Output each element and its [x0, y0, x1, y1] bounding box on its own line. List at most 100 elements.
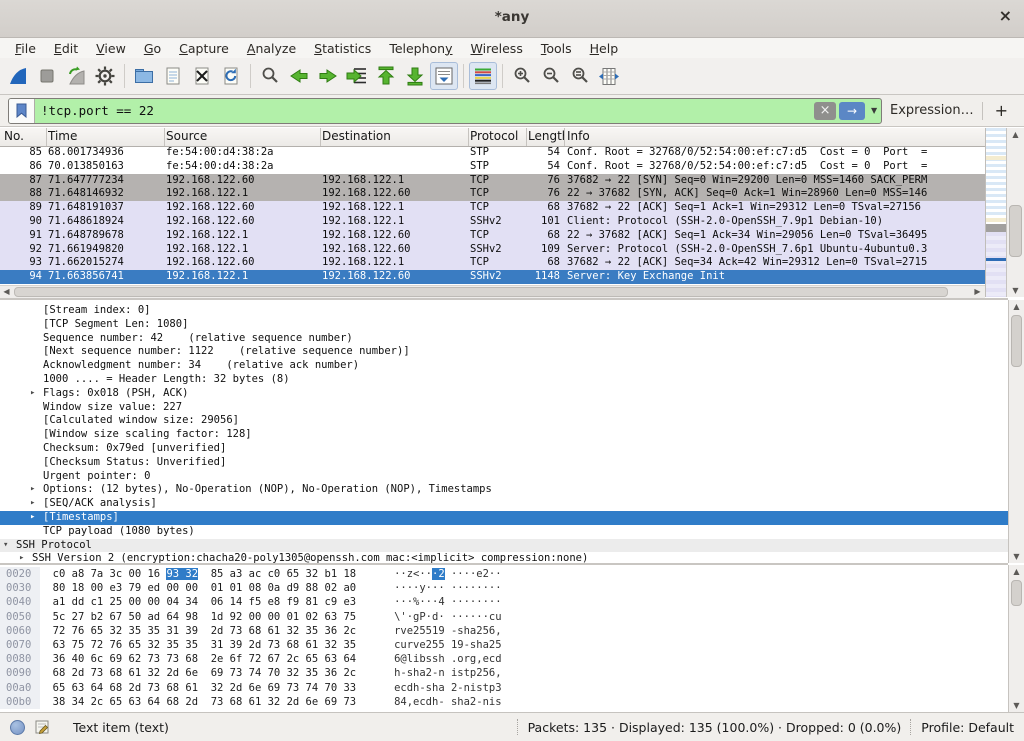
scroll-right-arrow[interactable]: ▶: [971, 286, 984, 298]
find-packet-icon[interactable]: [256, 62, 284, 90]
detail-line[interactable]: [Stream index: 0]: [0, 304, 1008, 318]
expand-arrow-icon[interactable]: ▸: [30, 511, 35, 525]
hex-vscrollbar[interactable]: ▲ ▼: [1008, 565, 1024, 712]
menu-analyze[interactable]: Analyze: [238, 39, 305, 58]
column-no[interactable]: No.: [4, 129, 24, 143]
detail-line[interactable]: ▸[SEQ/ACK analysis]: [0, 497, 1008, 511]
restart-capture-icon[interactable]: [62, 62, 90, 90]
packet-row-85[interactable]: 8568.001734936fe:54:00:d4:38:2aSTP54Conf…: [0, 146, 985, 160]
hex-row-0030[interactable]: 0030 80 18 00 e3 79 ed 00 00 01 01 08 0a…: [0, 581, 1008, 595]
expert-info-icon[interactable]: [10, 720, 25, 735]
go-to-packet-icon[interactable]: [343, 62, 371, 90]
column-protocol[interactable]: Protocol: [470, 129, 518, 143]
menu-wireless[interactable]: Wireless: [462, 39, 532, 58]
column-info[interactable]: Info: [567, 129, 590, 143]
expand-arrow-icon[interactable]: ▸: [30, 387, 35, 401]
expression-button[interactable]: Expression…: [890, 103, 974, 118]
stop-capture-icon[interactable]: [33, 62, 61, 90]
scroll-down-arrow[interactable]: ▼: [1009, 699, 1024, 712]
zoom-out-icon[interactable]: [537, 62, 565, 90]
go-forward-icon[interactable]: [314, 62, 342, 90]
packet-list-vscrollbar[interactable]: ▲ ▼: [1006, 128, 1024, 297]
zoom-in-icon[interactable]: [508, 62, 536, 90]
zoom-original-icon[interactable]: [566, 62, 594, 90]
hex-row-00b0[interactable]: 00b0 38 34 2c 65 63 64 68 2d 73 68 61 32…: [0, 695, 1008, 709]
hex-row-00a0[interactable]: 00a0 65 63 64 68 2d 73 68 61 32 2d 6e 69…: [0, 681, 1008, 695]
start-capture-icon[interactable]: [4, 62, 32, 90]
packet-row-88[interactable]: 8871.648146932192.168.122.1192.168.122.6…: [0, 187, 985, 201]
menu-telephony[interactable]: Telephony: [380, 39, 461, 58]
resize-columns-icon[interactable]: [595, 62, 623, 90]
profile-status[interactable]: Profile: Default: [921, 720, 1014, 735]
auto-scroll-icon[interactable]: [430, 62, 458, 90]
open-file-icon[interactable]: [130, 62, 158, 90]
close-file-icon[interactable]: [188, 62, 216, 90]
colorize-icon[interactable]: [469, 62, 497, 90]
packet-row-87[interactable]: 8771.647777234192.168.122.60192.168.122.…: [0, 174, 985, 188]
detail-line[interactable]: [Window size scaling factor: 128]: [0, 428, 1008, 442]
menu-tools[interactable]: Tools: [532, 39, 581, 58]
detail-line[interactable]: ▸SSH Version 2 (encryption:chacha20-poly…: [0, 552, 1008, 563]
packet-row-91[interactable]: 9171.648789678192.168.122.1192.168.122.6…: [0, 229, 985, 243]
packet-row-86[interactable]: 8670.013850163fe:54:00:d4:38:2aSTP54Conf…: [0, 160, 985, 174]
detail-line[interactable]: ▸Flags: 0x018 (PSH, ACK): [0, 387, 1008, 401]
detail-line[interactable]: [Checksum Status: Unverified]: [0, 456, 1008, 470]
title-bar[interactable]: *any ×: [0, 0, 1024, 38]
menu-view[interactable]: View: [87, 39, 135, 58]
detail-line[interactable]: [Calculated window size: 29056]: [0, 414, 1008, 428]
vscroll-thumb[interactable]: [1009, 205, 1022, 257]
menu-help[interactable]: Help: [581, 39, 628, 58]
detail-line[interactable]: 1000 .... = Header Length: 32 bytes (8): [0, 373, 1008, 387]
packet-row-89[interactable]: 8971.648191037192.168.122.60192.168.122.…: [0, 201, 985, 215]
menu-file[interactable]: File: [6, 39, 45, 58]
filter-clear-button[interactable]: ×: [814, 102, 836, 120]
scroll-left-arrow[interactable]: ◀: [0, 286, 13, 298]
go-first-icon[interactable]: [372, 62, 400, 90]
filter-text[interactable]: !tcp.port == 22: [35, 103, 814, 118]
packet-row-92[interactable]: 9271.661949820192.168.122.1192.168.122.6…: [0, 243, 985, 257]
menu-go[interactable]: Go: [135, 39, 170, 58]
expand-arrow-icon[interactable]: ▸: [30, 497, 35, 511]
collapse-arrow-icon[interactable]: ▾: [3, 539, 8, 553]
column-divider[interactable]: [468, 128, 469, 146]
hex-row-0040[interactable]: 0040 a1 dd c1 25 00 00 04 34 06 14 f5 e8…: [0, 595, 1008, 609]
column-divider[interactable]: [320, 128, 321, 146]
hex-row-0080[interactable]: 0080 36 40 6c 69 62 73 73 68 2e 6f 72 67…: [0, 652, 1008, 666]
reload-file-icon[interactable]: [217, 62, 245, 90]
column-length[interactable]: Length: [528, 129, 564, 143]
scroll-up-arrow[interactable]: ▲: [1007, 128, 1024, 141]
vscroll-thumb[interactable]: [1011, 315, 1022, 367]
detail-line[interactable]: Sequence number: 42 (relative sequence n…: [0, 332, 1008, 346]
hex-row-0050[interactable]: 0050 5c 27 b2 67 50 ad 64 98 1d 92 00 00…: [0, 610, 1008, 624]
detail-line[interactable]: Urgent pointer: 0: [0, 470, 1008, 484]
detail-line[interactable]: ▸Options: (12 bytes), No-Operation (NOP)…: [0, 483, 1008, 497]
menu-edit[interactable]: Edit: [45, 39, 87, 58]
detail-line[interactable]: TCP payload (1080 bytes): [0, 525, 1008, 539]
details-vscrollbar[interactable]: ▲ ▼: [1008, 300, 1024, 563]
go-back-icon[interactable]: [285, 62, 313, 90]
hex-row-0070[interactable]: 0070 63 75 72 76 65 32 35 35 31 39 2d 73…: [0, 638, 1008, 652]
scroll-down-arrow[interactable]: ▼: [1009, 550, 1024, 563]
go-last-icon[interactable]: [401, 62, 429, 90]
packet-row-94[interactable]: 9471.663856741192.168.122.1192.168.122.6…: [0, 270, 985, 284]
expand-arrow-icon[interactable]: ▸: [30, 483, 35, 497]
detail-line[interactable]: ▾SSH Protocol: [0, 539, 1008, 553]
hscroll-thumb[interactable]: [14, 287, 948, 297]
filter-bookmark-button[interactable]: [9, 99, 35, 123]
column-source[interactable]: Source: [166, 129, 207, 143]
menu-statistics[interactable]: Statistics: [305, 39, 380, 58]
filter-apply-button[interactable]: →: [839, 102, 865, 120]
detail-line[interactable]: [TCP Segment Len: 1080]: [0, 318, 1008, 332]
scroll-up-arrow[interactable]: ▲: [1009, 300, 1024, 313]
scroll-down-arrow[interactable]: ▼: [1007, 284, 1024, 297]
packet-map[interactable]: [985, 128, 1006, 297]
packet-row-90[interactable]: 9071.648618924192.168.122.60192.168.122.…: [0, 215, 985, 229]
detail-line[interactable]: Window size value: 227: [0, 401, 1008, 415]
column-time[interactable]: Time: [48, 129, 77, 143]
hex-row-0060[interactable]: 0060 72 76 65 32 35 35 31 39 2d 73 68 61…: [0, 624, 1008, 638]
capture-comment-icon[interactable]: [34, 719, 50, 735]
capture-options-icon[interactable]: [91, 62, 119, 90]
column-divider[interactable]: [164, 128, 165, 146]
scroll-up-arrow[interactable]: ▲: [1009, 565, 1024, 578]
hex-row-0090[interactable]: 0090 68 2d 73 68 61 32 2d 6e 69 73 74 70…: [0, 666, 1008, 680]
